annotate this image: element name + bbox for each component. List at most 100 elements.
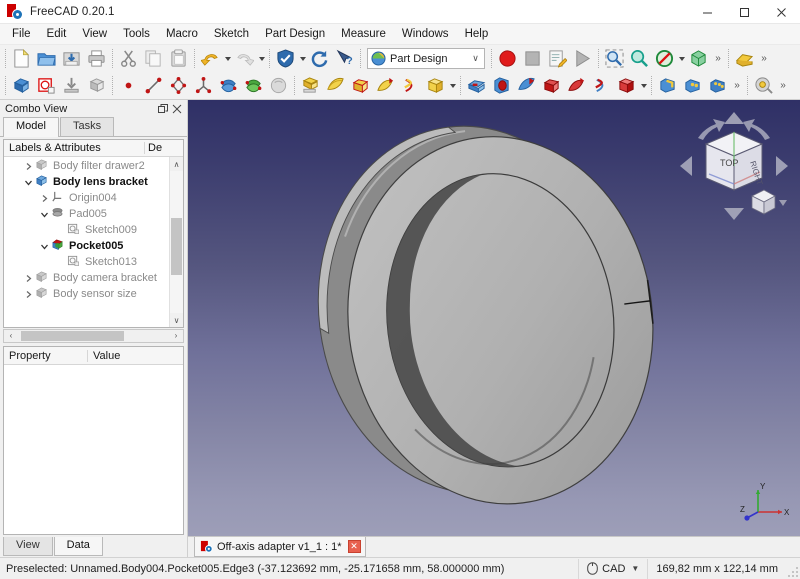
menu-macro[interactable]: Macro (158, 25, 206, 44)
create-datum-button[interactable] (191, 74, 216, 98)
tree-item-body-lens-bracket[interactable]: Body lens bracket (4, 174, 169, 190)
3d-viewport[interactable]: TOP RIGHT X Y Z (188, 100, 800, 536)
toolbar-separator[interactable] (357, 48, 364, 69)
expander-collapsed-icon[interactable] (22, 290, 35, 299)
tree-item-sketch009[interactable]: Sketch009 (4, 222, 169, 238)
unit-system-selector[interactable]: CAD ▼ (578, 558, 647, 579)
menu-measure[interactable]: Measure (333, 25, 394, 44)
menu-view[interactable]: View (74, 25, 115, 44)
menu-windows[interactable]: Windows (394, 25, 457, 44)
groove-button[interactable] (514, 74, 539, 98)
scroll-track[interactable] (170, 171, 183, 313)
tree-item-body-filter-drawer2[interactable]: Body filter drawer2 (4, 158, 169, 174)
toolbar-separator[interactable] (291, 75, 298, 96)
expander-expanded-icon[interactable] (22, 178, 35, 187)
maximize-button[interactable] (726, 0, 763, 24)
undo-button[interactable] (198, 47, 223, 71)
datum-plane-green-button[interactable] (241, 74, 266, 98)
tab-data[interactable]: Data (53, 537, 103, 556)
tree-item-body-camera-bracket[interactable]: Body camera bracket (4, 270, 169, 286)
new-document-button[interactable] (9, 47, 34, 71)
redo-dropdown-arrow[interactable] (257, 48, 266, 70)
tab-model[interactable]: Model (3, 117, 59, 137)
resize-grip-icon[interactable] (786, 564, 800, 578)
copy-button[interactable] (141, 47, 166, 71)
macro-record-button[interactable] (495, 47, 520, 71)
additive-helix-button[interactable] (398, 74, 423, 98)
document-tab-off-axis-adapter[interactable]: Off-axis adapter v1_1 : 1* ✕ (194, 537, 366, 557)
subtractive-loft-button[interactable] (539, 74, 564, 98)
create-body-button[interactable] (9, 74, 34, 98)
paste-button[interactable] (166, 47, 191, 71)
expander-collapsed-icon[interactable] (22, 162, 35, 171)
whats-this-button[interactable]: ? (332, 47, 357, 71)
scroll-thumb[interactable] (171, 217, 182, 275)
subtractive-helix-button[interactable] (589, 74, 614, 98)
draw-style-button[interactable] (652, 47, 677, 71)
toolbar-overflow-button-4[interactable]: » (776, 75, 790, 97)
additive-primitive-button[interactable] (423, 74, 448, 98)
open-document-button[interactable] (34, 47, 59, 71)
toolbar-handle[interactable] (2, 48, 9, 69)
subtractive-primitive-dropdown-arrow[interactable] (639, 75, 648, 97)
chamfer-button[interactable] (680, 74, 705, 98)
document-tab-close-icon[interactable]: ✕ (347, 540, 361, 553)
revolution-button[interactable] (323, 74, 348, 98)
create-polyline-button[interactable] (166, 74, 191, 98)
additive-pipe-button[interactable] (373, 74, 398, 98)
subtractive-primitive-button[interactable] (614, 74, 639, 98)
attach-sketch-button[interactable] (59, 74, 84, 98)
navigation-cube[interactable]: TOP RIGHT (676, 104, 792, 226)
create-line-button[interactable] (141, 74, 166, 98)
toolbar-separator[interactable] (595, 48, 602, 69)
close-panel-icon[interactable] (170, 102, 184, 116)
hole-button[interactable] (489, 74, 514, 98)
float-panel-icon[interactable] (156, 102, 170, 116)
toolbar-separator[interactable] (457, 75, 464, 96)
additive-loft-button[interactable] (348, 74, 373, 98)
save-document-button[interactable] (59, 47, 84, 71)
toolbar-separator[interactable] (725, 48, 732, 69)
measure-toolbar-button[interactable] (732, 47, 757, 71)
tree-item-pad005[interactable]: Pad005 (4, 206, 169, 222)
minimize-button[interactable] (689, 0, 726, 24)
tree-item-origin004[interactable]: Origin004 (4, 190, 169, 206)
scroll-right-button[interactable]: › (169, 330, 183, 342)
tree-item-body-sensor-size[interactable]: Body sensor size (4, 286, 169, 302)
create-sketch-button[interactable] (34, 74, 59, 98)
tree-vertical-scrollbar[interactable]: ∧ ∨ (169, 157, 183, 327)
subtractive-pipe-button[interactable] (564, 74, 589, 98)
scroll-up-button[interactable]: ∧ (170, 157, 183, 171)
macro-execute-button[interactable] (570, 47, 595, 71)
print-button[interactable] (84, 47, 109, 71)
redo-button[interactable] (232, 47, 257, 71)
clone-gray-button[interactable] (266, 74, 291, 98)
refresh-button[interactable] (307, 47, 332, 71)
expander-collapsed-icon[interactable] (22, 274, 35, 283)
menu-help[interactable]: Help (457, 25, 497, 44)
refresh-selection-dropdown-arrow[interactable] (298, 48, 307, 70)
undo-dropdown-arrow[interactable] (223, 48, 232, 70)
fit-all-button[interactable] (602, 47, 627, 71)
scroll-down-button[interactable]: ∨ (170, 313, 183, 327)
datum-plane-blue-button[interactable] (216, 74, 241, 98)
additive-primitive-dropdown-arrow[interactable] (448, 75, 457, 97)
axonometric-view-button[interactable] (686, 47, 711, 71)
tree-item-sketch013[interactable]: Sketch013 (4, 254, 169, 270)
workbench-selector[interactable]: Part Design ∨ (367, 48, 485, 69)
macro-stop-button[interactable] (520, 47, 545, 71)
toolbar-overflow-button-3[interactable]: » (730, 75, 744, 97)
toolbar-separator[interactable] (648, 75, 655, 96)
toolbar-separator[interactable] (488, 48, 495, 69)
draft-button[interactable] (705, 74, 730, 98)
menu-edit[interactable]: Edit (39, 25, 75, 44)
toolbar-handle[interactable] (2, 75, 9, 96)
measure-button[interactable] (751, 74, 776, 98)
close-button[interactable] (763, 0, 800, 24)
pocket-button[interactable] (464, 74, 489, 98)
property-editor-body[interactable] (4, 365, 183, 534)
scroll-track-horizontal[interactable] (18, 330, 169, 342)
expander-collapsed-icon[interactable] (38, 194, 51, 203)
toolbar-separator[interactable] (744, 75, 751, 96)
scroll-thumb-horizontal[interactable] (21, 331, 124, 341)
